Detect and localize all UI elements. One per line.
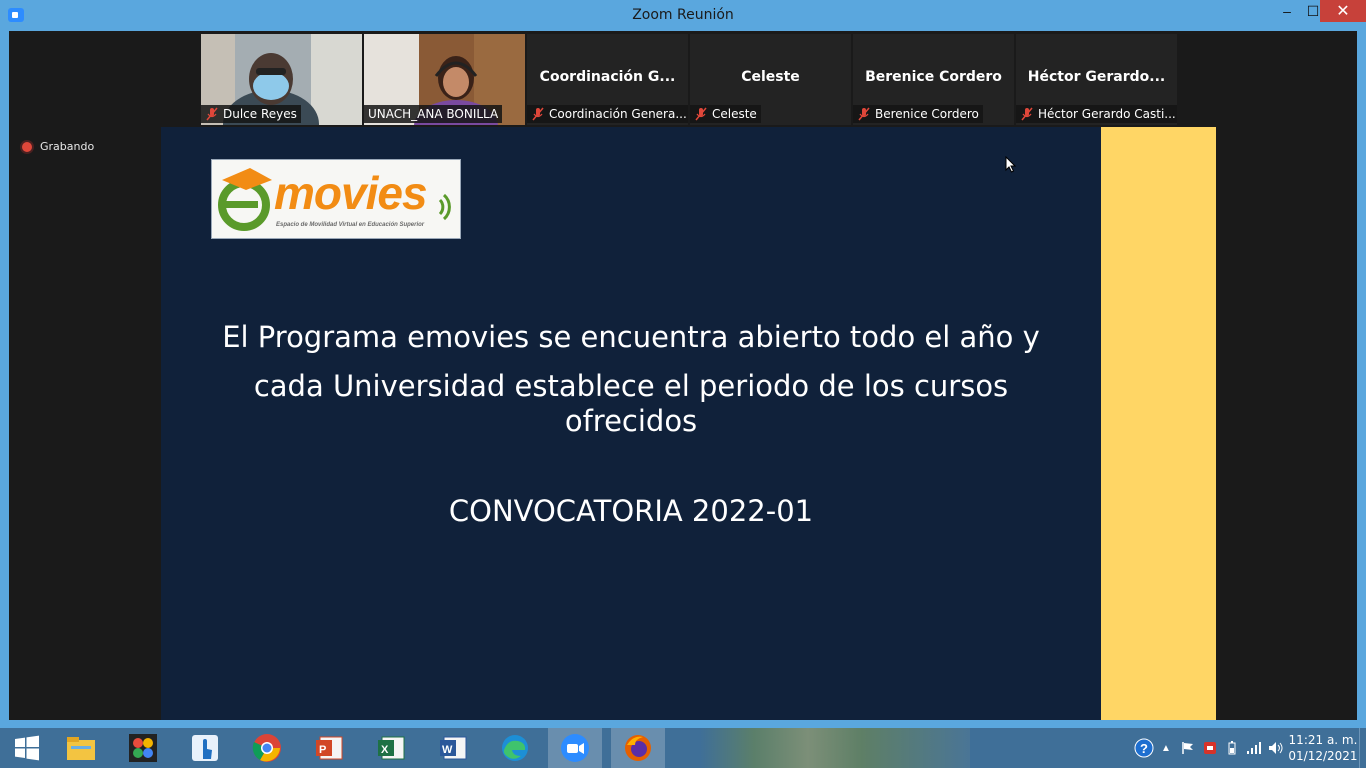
taskbar-excel[interactable]: X [364,728,418,768]
clock-time: 11:21 a. m. [1288,733,1358,747]
slide-body-text: El Programa emovies se encuentra abierto… [211,313,1051,439]
taskbar-zoom[interactable] [548,728,602,768]
svg-text:P: P [319,744,326,756]
taskbar-firefox[interactable] [611,728,665,768]
muted-mic-icon [206,107,218,121]
logo-wordmark: movies [274,167,428,219]
windows-taskbar: P X W ? ▲ 11:21 a. m. 01/12/2021 [0,728,1366,768]
recording-dot-icon [22,141,32,152]
chrome-icon [252,734,281,762]
emovies-logo: movies Espacio de Movilidad Virtual en E… [211,159,461,239]
slide-accent-stripe [1101,127,1216,720]
show-hidden-icons-button[interactable]: ▲ [1155,728,1177,768]
touch-app-icon [192,735,218,761]
recording-label: Grabando [40,140,95,153]
participant-name: UNACH_ANA BONILLA [368,107,499,121]
muted-mic-icon [532,107,544,121]
chevron-up-icon: ▲ [1161,742,1171,754]
participant-tile[interactable]: Coordinación G... Coordinación Genera... [527,34,688,125]
participant-display-name: Celeste [741,69,800,85]
participant-tile[interactable]: Héctor Gerardo... Héctor Gerardo Casti..… [1016,34,1177,125]
taskbar-file-explorer[interactable] [54,728,108,768]
participant-label: UNACH_ANA BONILLA [364,105,503,123]
muted-mic-icon [858,107,870,121]
participant-label: Dulce Reyes [201,105,301,123]
action-center-flag-icon[interactable] [1177,728,1199,768]
participant-display-name: Berenice Cordero [865,69,1002,85]
participant-tile[interactable]: Berenice Cordero Berenice Cordero [853,34,1014,125]
taskbar-word[interactable]: W [426,728,480,768]
svg-text:?: ? [1140,741,1148,756]
participant-name: Dulce Reyes [223,107,297,121]
taskbar-touch-app[interactable] [178,728,232,768]
system-tray: ? ▲ 11:21 a. m. 01/12/2021 [1133,728,1366,768]
svg-text:X: X [381,744,389,756]
taskbar-edge[interactable] [488,728,542,768]
powerpoint-icon: P [316,736,343,760]
logo-tagline: Espacio de Movilidad Virtual en Educació… [276,222,425,228]
taskbar-powerpoint[interactable]: P [302,728,356,768]
mouse-pointer-icon [1005,156,1017,173]
zoom-icon [561,734,589,762]
participant-name: Héctor Gerardo Casti... [1038,107,1176,121]
clock-date: 01/12/2021 [1288,749,1358,763]
recording-indicator[interactable]: Grabando [22,140,94,153]
participant-strip: Dulce Reyes UNACH_ANA BONILLA Coordinaci… [201,34,1177,125]
show-desktop-button[interactable] [1359,728,1366,768]
window-title-bar: Zoom Reunión – ☐ ✕ [0,0,1366,31]
svg-text:W: W [442,744,453,756]
participant-name: Celeste [712,107,757,121]
word-icon: W [440,736,467,760]
meeting-area: Dulce Reyes UNACH_ANA BONILLA Coordinaci… [9,31,1357,720]
participant-display-name: Coordinación G... [539,69,676,85]
volume-icon[interactable] [1265,728,1287,768]
window-title: Zoom Reunión [632,7,734,23]
participant-label: Celeste [690,105,761,123]
taskbar-photos-app[interactable] [116,728,170,768]
taskbar-wallpaper-peek [700,728,970,768]
windows-start-icon [15,735,39,761]
participant-label: Coordinación Genera... [527,105,688,123]
participant-name: Coordinación Genera... [549,107,687,121]
start-button[interactable] [0,728,54,768]
excel-icon: X [378,736,405,760]
slide-line-1: El Programa emovies se encuentra abierto… [222,320,1040,354]
muted-mic-icon [695,107,707,121]
battery-icon[interactable] [1221,728,1243,768]
shared-screen-slide: movies Espacio de Movilidad Virtual en E… [161,127,1216,720]
network-signal-icon[interactable] [1243,728,1265,768]
file-explorer-icon [67,737,95,760]
participant-tile[interactable]: Celeste Celeste [690,34,851,125]
participant-name: Berenice Cordero [875,107,979,121]
participant-label: Berenice Cordero [853,105,983,123]
participant-display-name: Héctor Gerardo... [1027,69,1166,85]
participant-label: Héctor Gerardo Casti... [1016,105,1177,123]
taskbar-clock[interactable]: 11:21 a. m. 01/12/2021 [1287,732,1359,764]
antivirus-tray-icon[interactable] [1199,728,1221,768]
participant-tile[interactable]: Dulce Reyes [201,34,362,125]
photos-app-icon [129,734,157,762]
firefox-icon [625,735,651,761]
muted-mic-icon [1021,107,1033,121]
help-tray-icon[interactable]: ? [1133,728,1155,768]
slide-heading: CONVOCATORIA 2022-01 [448,494,814,528]
taskbar-chrome[interactable] [240,728,294,768]
close-button[interactable]: ✕ [1320,0,1366,22]
edge-icon [502,735,528,761]
participant-tile[interactable]: UNACH_ANA BONILLA [364,34,525,125]
